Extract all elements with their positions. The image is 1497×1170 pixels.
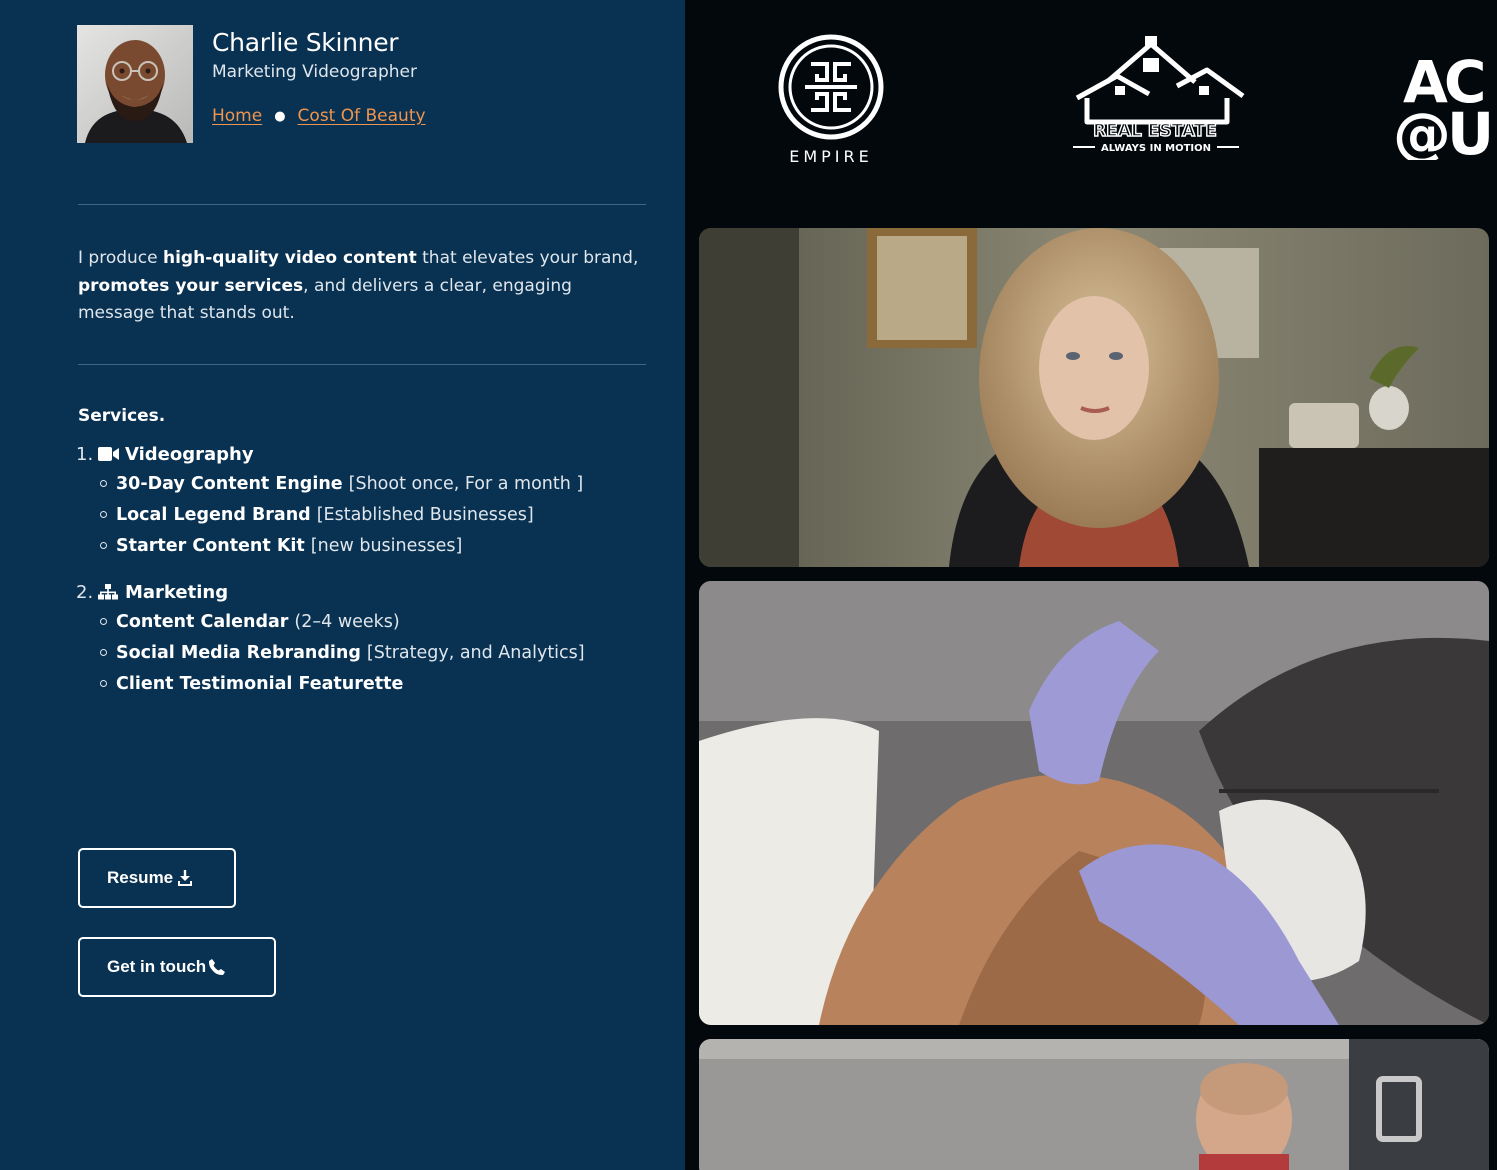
service-group-label: Videography	[125, 443, 254, 465]
profile-role: Marketing Videographer	[212, 62, 417, 82]
divider	[78, 364, 646, 365]
service-name: Local Legend Brand	[116, 504, 311, 525]
real-estate-logo: REAL ESTATE ALWAYS IN MOTION	[1067, 36, 1247, 158]
real-estate-logo-text: REAL ESTATE	[1093, 121, 1217, 141]
list-item: Local Legend Brand [Established Businesse…	[76, 499, 583, 530]
list-item: Social Media Rebranding [Strategy, and An…	[76, 637, 585, 668]
portfolio-image-gym[interactable]	[699, 1039, 1489, 1170]
service-name: Starter Content Kit	[116, 535, 305, 556]
list-item: Starter Content Kit [new businesses]	[76, 530, 583, 561]
portfolio-image-treatment[interactable]	[699, 581, 1489, 1025]
bullet	[100, 511, 107, 518]
profile-panel: Charlie Skinner Marketing Videographer H…	[0, 0, 685, 1170]
service-group-videography: 1. Videography 30-Day Content Engine [Sho…	[76, 442, 583, 561]
service-group-header: 2. Marketing	[76, 580, 585, 604]
service-note: (2–4 weeks)	[294, 611, 400, 632]
breadcrumb-separator: ●	[274, 108, 286, 124]
partial-logo: AC @U	[1393, 48, 1497, 168]
breadcrumb: Home ● Cost Of Beauty	[212, 106, 426, 126]
service-name: 30-Day Content Engine	[116, 473, 343, 494]
intro-text: I produce high-quality video content tha…	[78, 245, 650, 328]
contact-button[interactable]: Get in touch	[78, 937, 276, 997]
service-number: 2.	[76, 581, 94, 603]
service-group-label: Marketing	[125, 581, 229, 603]
bullet	[100, 618, 107, 625]
service-note: [Shoot once, For a month ]	[348, 473, 584, 494]
list-item: Client Testimonial Featurette	[76, 668, 585, 699]
service-group-marketing: 2. Marketing Content Calendar (2–4 weeks)…	[76, 580, 585, 699]
profile-name: Charlie Skinner	[212, 28, 399, 57]
network-icon	[98, 583, 120, 601]
avatar	[77, 25, 193, 143]
empire-logo-text: EMPIRE	[789, 147, 873, 166]
divider	[78, 204, 646, 205]
resume-button[interactable]: Resume	[78, 848, 236, 908]
resume-button-label: Resume	[107, 868, 174, 887]
contact-button-label: Get in touch	[107, 957, 207, 976]
intro-highlight: high-quality video content	[163, 248, 417, 268]
intro-highlight: promotes your services	[78, 275, 304, 296]
portfolio-panel: EMPIRE REAL ESTATE ALWAYS IN MOTION AC @…	[685, 0, 1497, 1170]
service-list: Content Calendar (2–4 weeks) Social Media…	[76, 606, 585, 699]
service-list: 30-Day Content Engine [Shoot once, For a …	[76, 468, 583, 561]
video-camera-icon	[98, 445, 120, 463]
service-note: [Strategy, and Analytics]	[366, 642, 585, 663]
intro-segment: that elevates your brand,	[416, 248, 639, 268]
portfolio-image-portrait[interactable]	[699, 228, 1489, 567]
bullet	[100, 649, 107, 656]
service-number: 1.	[76, 443, 94, 465]
breadcrumb-current-link[interactable]: Cost Of Beauty	[298, 106, 426, 126]
services-title: Services.	[78, 406, 166, 426]
service-name: Social Media Rebranding	[116, 642, 361, 663]
service-group-header: 1. Videography	[76, 442, 583, 466]
service-name: Content Calendar	[116, 611, 289, 632]
service-name: Client Testimonial Featurette	[116, 673, 404, 694]
bullet	[100, 542, 107, 549]
intro-segment: I produce	[78, 248, 163, 268]
list-item: 30-Day Content Engine [Shoot once, For a …	[76, 468, 583, 499]
partial-logo-bottom: @U	[1393, 100, 1490, 160]
phone-icon	[208, 958, 226, 976]
bullet	[100, 680, 107, 687]
breadcrumb-home-link[interactable]: Home	[212, 106, 262, 126]
empire-logo: EMPIRE	[773, 34, 893, 170]
service-note: [new businesses]	[310, 535, 463, 556]
list-item: Content Calendar (2–4 weeks)	[76, 606, 585, 637]
bullet	[100, 480, 107, 487]
real-estate-tagline: ALWAYS IN MOTION	[1101, 143, 1211, 154]
service-note: [Established Businesses]	[316, 504, 534, 525]
download-icon	[177, 869, 193, 887]
